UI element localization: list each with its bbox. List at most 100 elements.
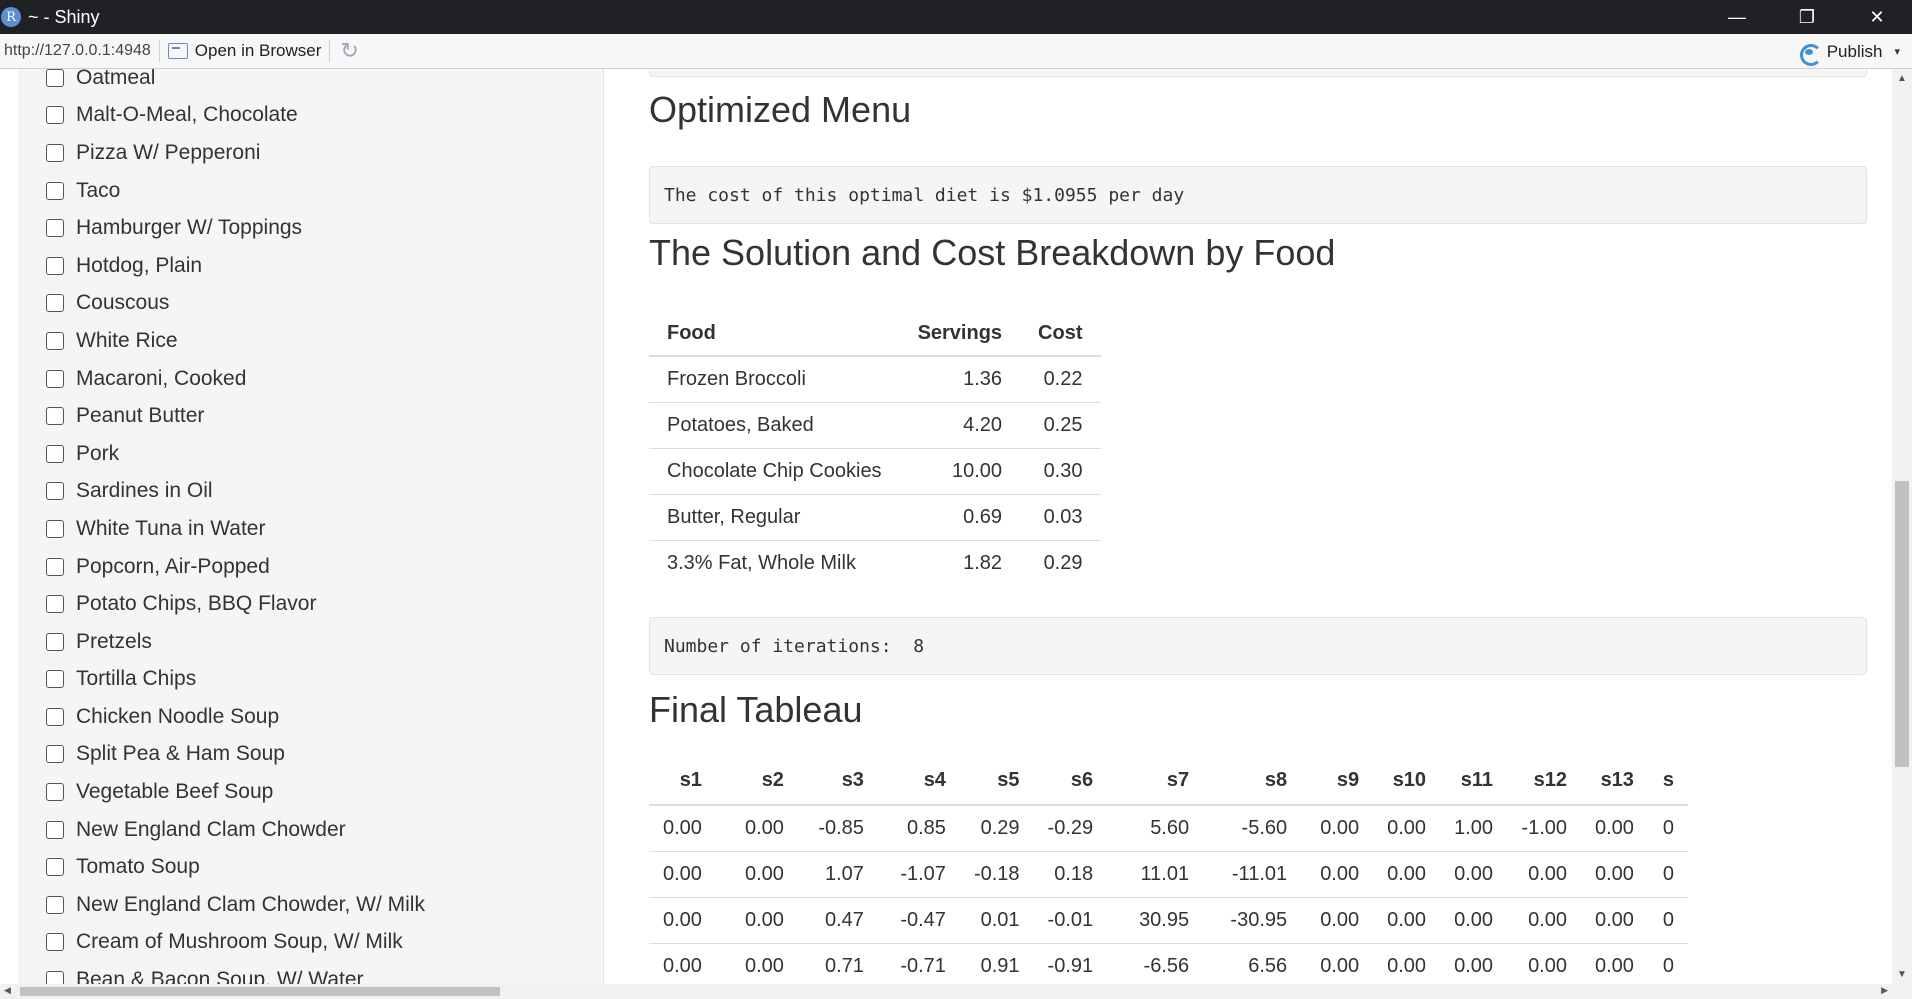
food-checkbox-item[interactable]: Cream of Mushroom Soup, W/ Milk xyxy=(46,924,425,962)
food-checkbox-item[interactable]: Bean & Bacon Soup, W/ Water xyxy=(46,961,425,984)
food-checkbox-item[interactable]: Potato Chips, BBQ Flavor xyxy=(46,585,425,623)
checkbox[interactable] xyxy=(46,331,64,350)
food-checkbox-label[interactable]: Tomato Soup xyxy=(76,855,200,879)
table-cell: 0.91 xyxy=(959,942,1034,984)
food-checkbox-item[interactable]: Peanut Butter xyxy=(46,397,425,435)
checkbox[interactable] xyxy=(46,143,64,162)
food-checkbox-item[interactable]: Tomato Soup xyxy=(46,848,425,886)
food-checkbox-item[interactable]: Pizza W/ Pepperoni xyxy=(46,134,425,172)
checkbox[interactable] xyxy=(46,632,64,651)
food-checkbox-item[interactable]: Taco xyxy=(46,172,425,210)
food-checkbox-label[interactable]: Split Pea & Ham Soup xyxy=(76,742,285,766)
table-cell: 0 xyxy=(1662,816,1674,839)
scroll-right-icon[interactable]: ▶ xyxy=(1881,985,1888,996)
checkbox[interactable] xyxy=(46,407,64,426)
food-checkbox-item[interactable]: Macaroni, Cooked xyxy=(46,360,425,398)
food-checkbox-label[interactable]: Pizza W/ Pepperoni xyxy=(76,141,260,165)
open-in-browser-button[interactable]: Open in Browser xyxy=(167,41,321,61)
publish-button[interactable]: Publish ▾ xyxy=(1797,34,1900,69)
food-checkbox-label[interactable]: Malt-O-Meal, Chocolate xyxy=(76,103,298,127)
close-button[interactable]: ✕ xyxy=(1842,0,1912,34)
food-checkbox-label[interactable]: Macaroni, Cooked xyxy=(76,367,246,391)
checkbox[interactable] xyxy=(46,670,64,689)
food-checkbox-item[interactable]: Hotdog, Plain xyxy=(46,247,425,285)
scroll-left-icon[interactable]: ◀ xyxy=(4,985,11,996)
minimize-button[interactable]: — xyxy=(1702,0,1772,34)
food-checkbox-item[interactable]: Hamburger W/ Toppings xyxy=(46,209,425,247)
table-cell: -6.56 xyxy=(1107,942,1204,984)
food-checkbox-label[interactable]: Sardines in Oil xyxy=(76,479,213,503)
food-checkbox-label[interactable]: Cream of Mushroom Soup, W/ Milk xyxy=(76,930,403,954)
scroll-up-icon[interactable]: ▲ xyxy=(1897,73,1907,84)
checkbox[interactable] xyxy=(46,858,64,877)
food-checkbox-item[interactable]: Tortilla Chips xyxy=(46,661,425,699)
food-checkbox-label[interactable]: Potato Chips, BBQ Flavor xyxy=(76,592,316,616)
food-checkbox-label[interactable]: Oatmeal xyxy=(76,69,155,90)
checkbox[interactable] xyxy=(46,482,64,501)
checkbox[interactable] xyxy=(46,181,64,200)
checkbox[interactable] xyxy=(46,933,64,952)
horizontal-scrollbar[interactable]: ◀ ▶ xyxy=(0,984,1912,999)
checkbox[interactable] xyxy=(46,557,64,576)
food-checkbox-item[interactable]: Malt-O-Meal, Chocolate xyxy=(46,97,425,135)
food-checkbox-label[interactable]: Peanut Butter xyxy=(76,404,204,428)
checkbox[interactable] xyxy=(46,895,64,914)
table-cell: 0.00 xyxy=(1373,942,1441,984)
vertical-scroll-thumb[interactable] xyxy=(1895,481,1909,767)
food-checkbox-item[interactable]: White Rice xyxy=(46,322,425,360)
food-checkbox-item[interactable]: Pretzels xyxy=(46,623,425,661)
checkbox[interactable] xyxy=(46,106,64,125)
tableau-header-cell: s9 xyxy=(1301,757,1374,806)
checkbox[interactable] xyxy=(46,219,64,238)
food-checkbox-item[interactable]: New England Clam Chowder xyxy=(46,811,425,849)
food-checkbox-item[interactable]: Couscous xyxy=(46,285,425,323)
food-checkbox-item[interactable]: Sardines in Oil xyxy=(46,473,425,511)
checkbox[interactable] xyxy=(46,369,64,388)
food-checkbox-label[interactable]: New England Clam Chowder xyxy=(76,818,346,842)
checkbox[interactable] xyxy=(46,444,64,463)
checkbox[interactable] xyxy=(46,783,64,802)
checkbox[interactable] xyxy=(46,707,64,726)
food-checkbox-item[interactable]: Popcorn, Air-Popped xyxy=(46,548,425,586)
food-checkbox-item[interactable]: Chicken Noodle Soup xyxy=(46,698,425,736)
food-checkbox-item[interactable]: Oatmeal xyxy=(46,69,425,97)
horizontal-scroll-thumb[interactable] xyxy=(20,987,500,996)
food-checkbox-item[interactable]: New England Clam Chowder, W/ Milk xyxy=(46,886,425,924)
refresh-icon[interactable]: ↻ xyxy=(340,38,358,64)
checkbox[interactable] xyxy=(46,595,64,614)
vertical-scrollbar[interactable]: ▲ ▼ xyxy=(1892,69,1912,984)
food-checkbox-label[interactable]: Hamburger W/ Toppings xyxy=(76,216,302,240)
scroll-down-icon[interactable]: ▼ xyxy=(1897,969,1907,980)
checkbox[interactable] xyxy=(46,745,64,764)
food-checkbox-label[interactable]: Vegetable Beef Soup xyxy=(76,780,273,804)
food-checkbox-label[interactable]: Popcorn, Air-Popped xyxy=(76,555,270,579)
food-checkbox-item[interactable]: Split Pea & Ham Soup xyxy=(46,736,425,774)
food-checkbox-label[interactable]: New England Clam Chowder, W/ Milk xyxy=(76,893,425,917)
checkbox[interactable] xyxy=(46,820,64,839)
food-checkbox-label[interactable]: White Rice xyxy=(76,329,178,353)
food-checkbox-label[interactable]: Tortilla Chips xyxy=(76,667,196,691)
food-checkbox-label[interactable]: Bean & Bacon Soup, W/ Water xyxy=(76,968,364,984)
food-checkbox-item[interactable]: Pork xyxy=(46,435,425,473)
url-display[interactable]: http://127.0.0.1:4948 xyxy=(4,42,151,60)
tableau-header-cell: s3 xyxy=(797,757,878,806)
checkbox[interactable] xyxy=(46,971,64,984)
food-checkbox-label[interactable]: Hotdog, Plain xyxy=(76,254,202,278)
solution-table: Food Servings Cost Frozen Broccoli 1.36 0.22… xyxy=(649,312,1101,586)
checkbox[interactable] xyxy=(46,69,64,87)
chevron-down-icon[interactable]: ▾ xyxy=(1894,45,1900,58)
checkbox[interactable] xyxy=(46,294,64,313)
food-checkbox-label[interactable]: Taco xyxy=(76,179,120,203)
food-checkbox-label[interactable]: Pork xyxy=(76,442,119,466)
checkbox[interactable] xyxy=(46,519,64,538)
food-checkbox-item[interactable]: White Tuna in Water xyxy=(46,510,425,548)
food-checkbox-label[interactable]: Chicken Noodle Soup xyxy=(76,705,279,729)
food-checkbox-item[interactable]: Vegetable Beef Soup xyxy=(46,773,425,811)
food-checkbox-label[interactable]: Couscous xyxy=(76,291,169,315)
food-checkbox-label[interactable]: Pretzels xyxy=(76,630,152,654)
restore-button[interactable]: ❐ xyxy=(1772,0,1842,34)
food-checkbox-label[interactable]: White Tuna in Water xyxy=(76,517,265,541)
tableau-header-cell: s xyxy=(1647,757,1688,806)
table-cell: -0.18 xyxy=(959,850,1034,897)
checkbox[interactable] xyxy=(46,256,64,275)
